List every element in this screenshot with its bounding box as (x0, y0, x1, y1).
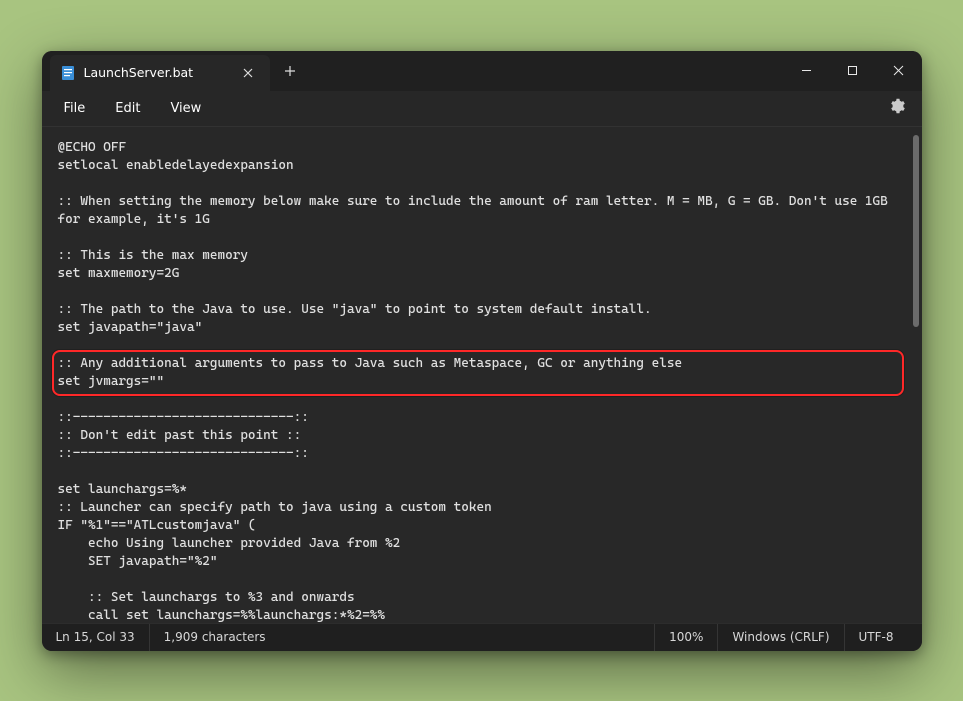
editor-line: IF "%1"=="ATLcustomjava" ( (58, 517, 906, 535)
tab-title: LaunchServer.bat (84, 65, 228, 80)
editor-line: :: This is the max memory (58, 247, 906, 265)
status-char-count[interactable]: 1,909 characters (149, 624, 280, 651)
minimize-button[interactable] (784, 51, 830, 91)
editor-line (58, 229, 906, 247)
statusbar: Ln 15, Col 33 1,909 characters 100% Wind… (42, 623, 922, 651)
status-cursor[interactable]: Ln 15, Col 33 (56, 624, 149, 651)
maximize-button[interactable] (830, 51, 876, 91)
scrollbar-thumb[interactable] (913, 135, 919, 327)
editor-line: ::-----------------------------:: (58, 445, 906, 463)
editor-line (58, 283, 906, 301)
editor-line: set launchargs=%* (58, 481, 906, 499)
editor-line (58, 571, 906, 589)
close-window-button[interactable] (876, 51, 922, 91)
settings-button[interactable] (882, 93, 912, 123)
menu-edit[interactable]: Edit (103, 96, 152, 121)
notepad-file-icon (60, 65, 76, 81)
editor-line: :: Launcher can specify path to java usi… (58, 499, 906, 517)
editor-line: :: Don't edit past this point :: (58, 427, 906, 445)
status-line-ending[interactable]: Windows (CRLF) (717, 624, 843, 651)
editor-area: @ECHO OFFsetlocal enabledelayedexpansion… (42, 127, 922, 623)
tab-launchserver[interactable]: LaunchServer.bat (50, 55, 270, 91)
menu-file[interactable]: File (52, 96, 98, 121)
vertical-scrollbar[interactable] (913, 135, 919, 615)
editor-line: @ECHO OFF (58, 139, 906, 157)
tab-close-button[interactable] (236, 61, 260, 85)
text-editor[interactable]: @ECHO OFFsetlocal enabledelayedexpansion… (42, 127, 922, 623)
editor-line: :: The path to the Java to use. Use "jav… (58, 301, 906, 319)
editor-line: set javapath="java" (58, 319, 906, 337)
editor-line: :: Set launchargs to %3 and onwards (58, 589, 906, 607)
editor-line: :: When setting the memory below make su… (58, 193, 906, 229)
titlebar: LaunchServer.bat (42, 51, 922, 91)
menu-view[interactable]: View (158, 96, 213, 121)
editor-line: :: Any additional arguments to pass to J… (58, 355, 906, 373)
editor-line: echo Using launcher provided Java from %… (58, 535, 906, 553)
status-zoom[interactable]: 100% (654, 624, 717, 651)
menubar: File Edit View (42, 91, 922, 127)
status-encoding[interactable]: UTF-8 (844, 624, 908, 651)
new-tab-button[interactable] (274, 55, 306, 87)
editor-line (58, 463, 906, 481)
notepad-window: LaunchServer.bat File Edit View (42, 51, 922, 651)
editor-line: setlocal enabledelayedexpansion (58, 157, 906, 175)
editor-line: call set launchargs=%%launchargs:*%2=%% (58, 607, 906, 623)
editor-line (58, 175, 906, 193)
editor-line (58, 391, 906, 409)
editor-line: set maxmemory=2G (58, 265, 906, 283)
window-controls (784, 51, 922, 91)
editor-line: set jvmargs="" (58, 373, 906, 391)
editor-line: SET javapath="%2" (58, 553, 906, 571)
gear-icon (889, 98, 905, 118)
editor-line: ::-----------------------------:: (58, 409, 906, 427)
editor-line (58, 337, 906, 355)
